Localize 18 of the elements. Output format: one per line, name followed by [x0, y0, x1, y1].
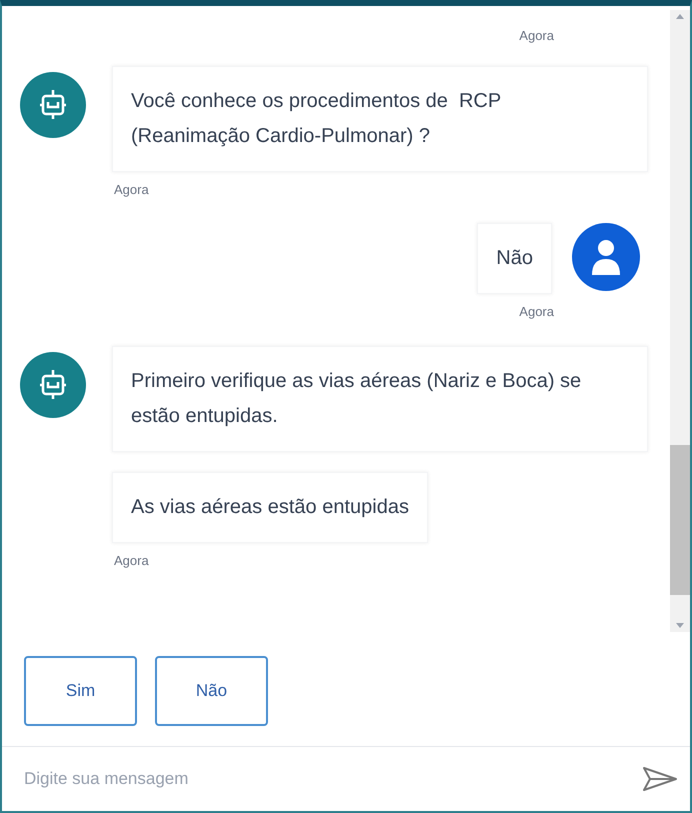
timestamp: Agora	[518, 27, 555, 45]
message-bubble: Primeiro verifique as vias aéreas (Nariz e Boca) se estão entupidas.	[112, 346, 648, 452]
send-icon[interactable]	[642, 766, 678, 792]
scroll-thumb[interactable]	[670, 445, 690, 595]
message-bubble: Você conhece os procedimentos de RCP (Reanimação Cardio-Pulmonar) ?	[112, 66, 648, 172]
quick-reply-button[interactable]: Não	[155, 656, 268, 726]
message-bubble: Não	[477, 223, 552, 294]
scrollbar[interactable]	[670, 10, 690, 632]
timestamp: Agora	[113, 552, 150, 570]
message-input[interactable]: Digite sua mensagem	[24, 766, 634, 792]
scroll-up-icon[interactable]	[676, 14, 684, 19]
robot-icon	[38, 88, 68, 122]
timestamp: Agora	[113, 180, 150, 199]
scroll-down-icon[interactable]	[676, 623, 684, 628]
robot-icon	[38, 368, 68, 402]
timestamp: Agora	[518, 303, 555, 321]
message-bubble: As vias aéreas estão entupidas	[112, 472, 428, 542]
quick-reply-button[interactable]: Sim	[24, 656, 137, 726]
